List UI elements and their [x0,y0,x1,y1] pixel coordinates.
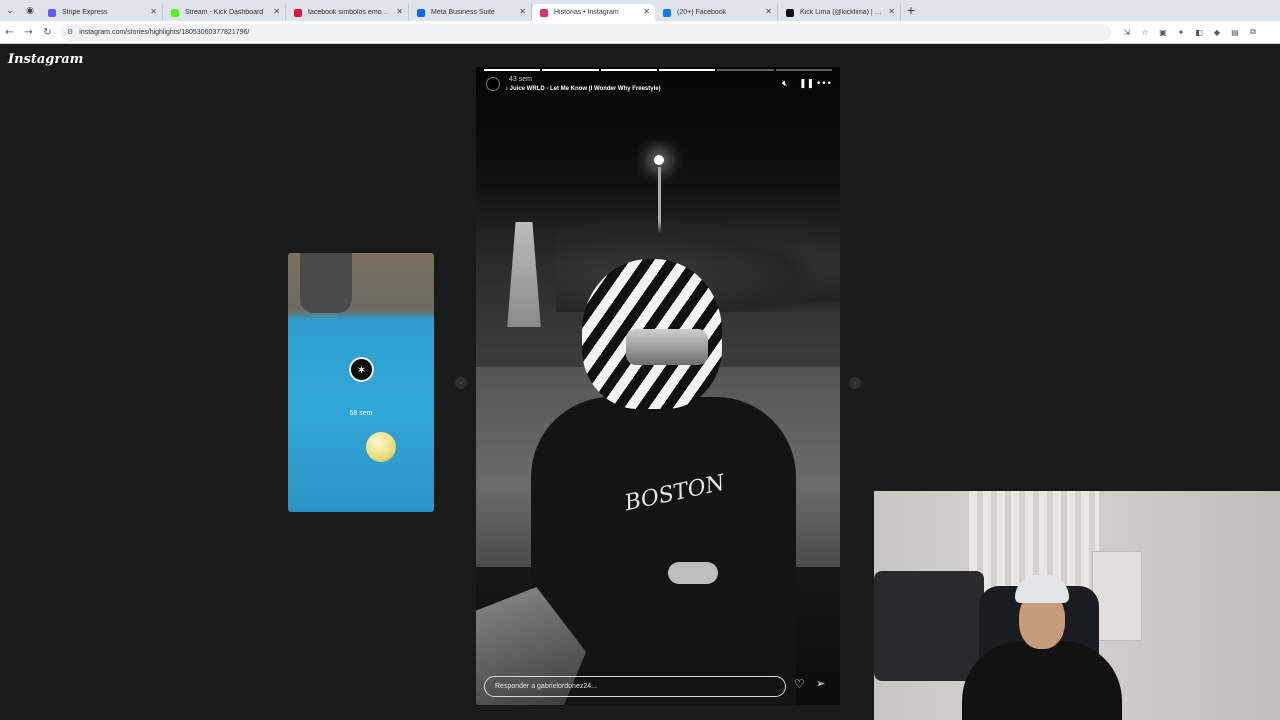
forward-icon[interactable]: → [19,27,38,38]
previous-story-time: 58 sem [349,410,373,417]
story-photo-visor [626,329,708,365]
webcam-sofa [874,571,984,681]
story-photo-hand [668,562,718,584]
bookmark-star-icon[interactable]: ☆ [1139,26,1151,38]
webcam-overlay [874,491,1280,720]
tab-close-icon[interactable]: ✕ [150,7,157,16]
tab-favicon-icon [786,8,794,17]
extension-2-icon[interactable]: ✦ [1175,26,1187,38]
reply-placeholder: Responder a gabrielordonez24... [495,683,597,690]
progress-segment [775,69,832,71]
send-icon[interactable]: ➢ [816,677,825,690]
tab-group-icon[interactable]: ◉ [20,0,40,21]
story-song[interactable]: ♪ Juice WRLD - Let Me Know (I Wonder Why… [505,86,661,92]
tab-title: Historias • Instagram [554,9,619,16]
browser-tab-bar: ⌄ ◉ Stripe Express ✕ Stream - Kick Dashboa… [0,0,1280,21]
webcam-person-body [962,641,1122,720]
previous-story-card[interactable]: ✶ 58 sem [288,253,434,512]
webcam-shelf [1092,551,1142,641]
tab-close-icon[interactable]: ✕ [888,7,895,16]
extension-1-icon[interactable]: ▣ [1157,26,1169,38]
extension-5-icon[interactable]: ▤ [1229,26,1241,38]
browser-tab[interactable]: Historias • Instagram ✕ [532,4,655,21]
story-time: 43 sem [509,76,532,83]
tab-title: (20+) Facebook [677,9,727,16]
story-photo-ball [366,432,396,462]
tab-favicon-icon [48,8,56,17]
browser-tab[interactable]: Kick Lima (@kicklima) | TikTok ✕ [778,4,901,21]
extension-bar: ⇲ ☆ ▣ ✦ ◧ ◆ ▤ ⧉ [1121,26,1259,38]
next-arrow-icon[interactable]: › [849,377,861,389]
webcam-person-cap [1015,575,1069,603]
tab-favicon-icon [663,8,671,17]
browser-tab[interactable]: facebook simbolos emoticone ✕ [286,4,409,21]
story-photo-person [300,253,352,313]
site-info-icon[interactable]: ⚙ [67,28,73,36]
tab-title: Kick Lima (@kicklima) | TikTok [800,9,882,16]
extensions-puzzle-icon[interactable]: ⧉ [1247,26,1259,38]
tab-favicon-icon [540,8,548,17]
progress-segment [484,69,541,71]
more-icon[interactable]: ••• [816,79,832,89]
tab-favicon-icon [171,8,179,17]
extension-3-icon[interactable]: ◧ [1193,26,1205,38]
heart-icon[interactable]: ♡ [794,677,805,691]
tab-title: Meta Business Suite [431,9,495,16]
story-photo-monument [507,222,541,327]
tab-close-icon[interactable]: ✕ [765,7,772,16]
active-story[interactable]: BOSTON 43 sem ♪ Juice WRLD - Let Me Know… [476,67,840,705]
tab-title: Stream - Kick Dashboard [185,9,264,16]
tab-favicon-icon [417,8,425,17]
tab-title: facebook simbolos emoticone [308,9,390,16]
progress-segment [658,69,716,71]
story-avatar[interactable] [486,77,500,91]
pause-icon[interactable]: ❚❚ [799,79,814,89]
url-field[interactable]: ⚙ instagram.com/stories/highlights/18053… [61,23,1111,41]
progress-segment [600,69,657,71]
tab-title: Stripe Express [62,9,108,16]
install-icon[interactable]: ⇲ [1121,26,1133,38]
previous-arrow-icon[interactable]: ‹ [455,377,467,389]
browser-tab[interactable]: Stream - Kick Dashboard ✕ [163,4,286,21]
new-tab-button[interactable]: + [901,4,921,17]
progress-segment [717,69,774,71]
back-icon[interactable]: ← [0,27,19,38]
url-text: instagram.com/stories/highlights/1805306… [79,28,250,36]
tab-strip: Stripe Express ✕ Stream - Kick Dashboard ✕ f… [40,0,901,21]
tab-close-icon[interactable]: ✕ [396,7,403,16]
tab-favicon-icon [294,8,302,17]
tab-close-icon[interactable]: ✕ [643,7,650,16]
address-bar: ← → ↻ ⚙ instagram.com/stories/highlights… [0,21,1280,44]
story-photo-lamp [654,155,664,165]
browser-tab[interactable]: Stripe Express ✕ [40,4,163,21]
reply-input[interactable]: Responder a gabrielordonez24... [484,676,786,697]
progress-segment [542,69,599,71]
reload-icon[interactable]: ↻ [38,27,57,38]
instagram-logo[interactable]: Instagram [8,52,83,67]
story-song-title: Juice WRLD - Let Me Know (I Wonder Why F… [509,86,661,92]
browser-tab[interactable]: Meta Business Suite ✕ [409,4,532,21]
story-progress-bar [484,69,832,71]
tab-close-icon[interactable]: ✕ [273,7,280,16]
browser-tab[interactable]: (20+) Facebook ✕ [655,4,778,21]
extension-4-icon[interactable]: ◆ [1211,26,1223,38]
previous-story-avatar: ✶ [349,357,374,382]
mute-icon[interactable]: 🔇︎ [782,79,788,89]
tab-list-icon[interactable]: ⌄ [0,0,20,21]
tab-close-icon[interactable]: ✕ [519,7,526,16]
